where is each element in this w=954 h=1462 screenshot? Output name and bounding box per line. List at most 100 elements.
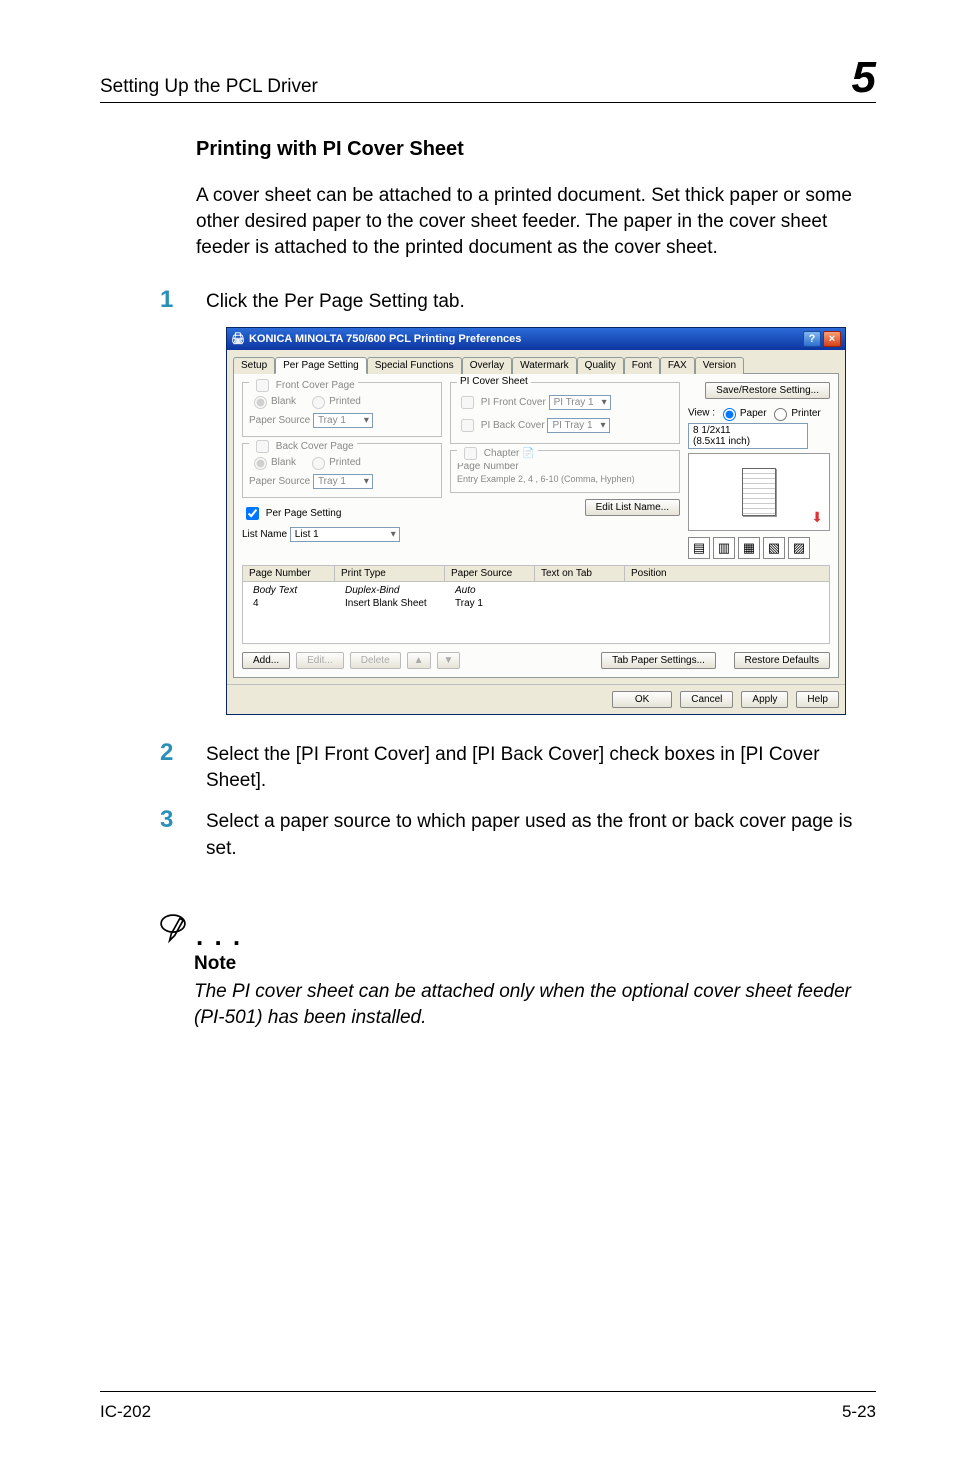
front-cover-checkbox[interactable] bbox=[256, 379, 269, 392]
cell-r0c1: Duplex-Bind bbox=[339, 584, 449, 597]
page-header: Setting Up the PCL Driver bbox=[100, 76, 318, 98]
cancel-button[interactable]: Cancel bbox=[680, 691, 733, 708]
layout-icon-2[interactable]: ▥ bbox=[713, 537, 735, 559]
help-button-bottom[interactable]: Help bbox=[796, 691, 839, 708]
front-printed-label: Printed bbox=[329, 396, 361, 407]
step-text-3: Select a paper source to which paper use… bbox=[206, 809, 876, 861]
edit-button[interactable]: Edit... bbox=[296, 652, 344, 669]
back-ps-select[interactable]: Tray 1 bbox=[313, 474, 373, 489]
list-row-body[interactable]: Body Text Duplex-Bind Auto bbox=[247, 584, 825, 597]
front-cover-group: Front Cover Page Blank Printed Paper Sou… bbox=[242, 382, 442, 437]
back-cover-checkbox[interactable] bbox=[256, 440, 269, 453]
close-button[interactable]: × bbox=[823, 331, 841, 347]
list-body[interactable]: Body Text Duplex-Bind Auto 4 Insert Blan… bbox=[242, 582, 830, 644]
front-printed-radio[interactable] bbox=[312, 396, 325, 409]
move-up-button[interactable]: ▲ bbox=[407, 652, 431, 669]
col-position[interactable]: Position bbox=[625, 566, 829, 581]
save-restore-button[interactable]: Save/Restore Setting... bbox=[705, 382, 830, 399]
note-label: Note bbox=[194, 953, 876, 975]
list-row-4[interactable]: 4 Insert Blank Sheet Tray 1 bbox=[247, 597, 825, 610]
tray-icon-row: ▤ ▥ ▦ ▧ ▨ bbox=[688, 537, 830, 559]
tab-fax[interactable]: FAX bbox=[660, 357, 695, 374]
list-name-select[interactable]: List 1 bbox=[290, 527, 400, 542]
pi-back-cover-checkbox[interactable] bbox=[461, 419, 474, 432]
pi-front-cover-label: PI Front Cover bbox=[481, 397, 546, 408]
step-text-2: Select the [PI Front Cover] and [PI Back… bbox=[206, 742, 876, 794]
back-blank-label: Blank bbox=[271, 457, 296, 468]
front-cover-label: Front Cover Page bbox=[276, 380, 355, 391]
back-cover-label: Back Cover Page bbox=[276, 441, 354, 452]
per-page-setting-label: Per Page Setting bbox=[266, 508, 342, 519]
back-cover-group: Back Cover Page Blank Printed Paper Sour… bbox=[242, 443, 442, 498]
view-printer-label: Printer bbox=[791, 408, 820, 419]
col-page-number[interactable]: Page Number bbox=[243, 566, 335, 581]
help-button[interactable]: ? bbox=[803, 331, 821, 347]
tab-setup[interactable]: Setup bbox=[233, 357, 275, 374]
view-paper-radio[interactable] bbox=[723, 408, 736, 421]
chapter-number: 5 bbox=[852, 56, 876, 100]
tab-quality[interactable]: Quality bbox=[577, 357, 624, 374]
tab-overlay[interactable]: Overlay bbox=[462, 357, 512, 374]
pi-front-cover-checkbox[interactable] bbox=[461, 396, 474, 409]
printer-icon: 🖨 bbox=[231, 332, 245, 345]
dialog-screenshot: 🖨 KONICA MINOLTA 750/600 PCL Printing Pr… bbox=[226, 327, 876, 715]
tab-strip: Setup Per Page Setting Special Functions… bbox=[227, 350, 845, 373]
tab-per-page-setting[interactable]: Per Page Setting bbox=[275, 357, 367, 374]
chapter-icon: 📄 bbox=[522, 448, 534, 459]
intro-paragraph: A cover sheet can be attached to a print… bbox=[196, 183, 876, 262]
add-button[interactable]: Add... bbox=[242, 652, 290, 669]
pi-front-tray-select[interactable]: PI Tray 1 bbox=[549, 395, 611, 410]
pi-back-tray-select[interactable]: PI Tray 1 bbox=[547, 418, 609, 433]
view-printer-radio[interactable] bbox=[774, 408, 787, 421]
cell-r1c1: Insert Blank Sheet bbox=[339, 597, 449, 610]
view-paper-label: Paper bbox=[740, 408, 767, 419]
back-ps-label: Paper Source bbox=[249, 476, 310, 487]
edit-list-name-button[interactable]: Edit List Name... bbox=[585, 499, 680, 516]
ok-button[interactable]: OK bbox=[612, 691, 672, 708]
apply-button[interactable]: Apply bbox=[741, 691, 788, 708]
tab-font[interactable]: Font bbox=[624, 357, 660, 374]
tab-special-functions[interactable]: Special Functions bbox=[367, 357, 462, 374]
layout-icon-4[interactable]: ▧ bbox=[763, 537, 785, 559]
tab-paper-settings-button[interactable]: Tab Paper Settings... bbox=[601, 652, 716, 669]
restore-defaults-button[interactable]: Restore Defaults bbox=[734, 652, 830, 669]
chapter-checkbox[interactable] bbox=[464, 447, 477, 460]
back-printed-radio[interactable] bbox=[312, 457, 325, 470]
layout-icon-1[interactable]: ▤ bbox=[688, 537, 710, 559]
view-label: View : bbox=[688, 408, 715, 419]
paper-size-inches: (8.5x11 inch) bbox=[693, 436, 750, 447]
pi-cover-sheet-group: PI Cover Sheet PI Front Cover PI Tray 1 … bbox=[450, 382, 680, 444]
step-number-2: 2 bbox=[160, 739, 178, 767]
note-text: The PI cover sheet can be attached only … bbox=[194, 979, 876, 1031]
pi-back-cover-label: PI Back Cover bbox=[481, 420, 545, 431]
front-ps-select[interactable]: Tray 1 bbox=[313, 413, 373, 428]
paper-size-value: 8 1/2x11 bbox=[693, 425, 731, 436]
note-dots: . . . bbox=[196, 923, 242, 949]
delete-button[interactable]: Delete bbox=[350, 652, 401, 669]
tab-version[interactable]: Version bbox=[695, 357, 744, 374]
per-page-setting-checkbox[interactable] bbox=[246, 507, 259, 520]
cell-r1c2: Tray 1 bbox=[449, 597, 539, 610]
layout-icon-5[interactable]: ▨ bbox=[788, 537, 810, 559]
chapter-hint: Entry Example 2, 4 , 6-10 (Comma, Hyphen… bbox=[457, 474, 673, 484]
step-text-1: Click the Per Page Setting tab. bbox=[206, 289, 465, 315]
paper-size-box: 8 1/2x11 (8.5x11 inch) bbox=[688, 423, 808, 449]
col-paper-source[interactable]: Paper Source bbox=[445, 566, 535, 581]
back-blank-radio[interactable] bbox=[254, 457, 267, 470]
footer-left: IC-202 bbox=[100, 1402, 151, 1422]
layout-icon-3[interactable]: ▦ bbox=[738, 537, 760, 559]
cell-r0c2: Auto bbox=[449, 584, 539, 597]
step-number-1: 1 bbox=[160, 286, 178, 314]
chapter-group: Chapter 📄 Page Number Entry Example 2, 4… bbox=[450, 450, 680, 493]
list-name-label: List Name bbox=[242, 529, 287, 540]
move-down-button[interactable]: ▼ bbox=[437, 652, 461, 669]
step-number-3: 3 bbox=[160, 806, 178, 834]
front-blank-radio[interactable] bbox=[254, 396, 267, 409]
front-blank-label: Blank bbox=[271, 396, 296, 407]
preview-page-icon bbox=[742, 468, 776, 516]
pi-cover-sheet-title: PI Cover Sheet bbox=[457, 376, 531, 387]
list-header: Page Number Print Type Paper Source Text… bbox=[242, 565, 830, 582]
col-print-type[interactable]: Print Type bbox=[335, 566, 445, 581]
tab-watermark[interactable]: Watermark bbox=[512, 357, 577, 374]
col-text-on-tab[interactable]: Text on Tab bbox=[535, 566, 625, 581]
